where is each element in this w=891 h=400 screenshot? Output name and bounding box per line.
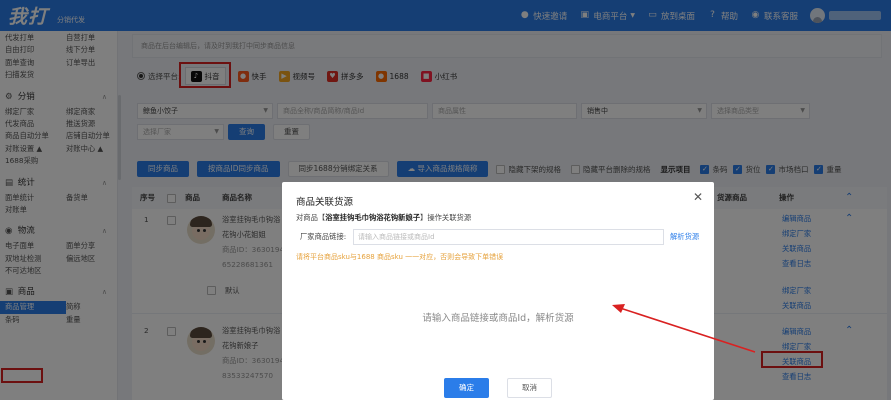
line-prefix: 对商品【 bbox=[296, 213, 326, 222]
line-suffix: 】操作关联货源 bbox=[420, 213, 472, 222]
dialog-product-line: 对商品【浴室挂钩毛巾钩浴花钩新娘子】操作关联货源 bbox=[296, 213, 471, 223]
close-icon[interactable]: ✕ bbox=[693, 190, 703, 204]
link-source-dialog: 商品关联货源 ✕ 对商品【浴室挂钩毛巾钩浴花钩新娘子】操作关联货源 厂家商品链接… bbox=[282, 182, 714, 400]
vendor-link-input[interactable]: 请输入商品链接或商品Id bbox=[353, 229, 664, 245]
cancel-button[interactable]: 取消 bbox=[507, 378, 552, 398]
sku-warning: 请将平台商品sku与1688 商品sku 一一对应，否则会导致下单错误 bbox=[296, 253, 504, 261]
parse-source-link[interactable]: 解析货源 bbox=[670, 232, 699, 242]
dialog-title: 商品关联货源 bbox=[296, 197, 354, 208]
empty-state-text: 请输入商品链接或商品Id，解析货源 bbox=[422, 313, 574, 324]
vendor-link-label: 厂家商品链接: bbox=[300, 232, 347, 241]
confirm-button[interactable]: 确定 bbox=[444, 378, 489, 398]
dialog-product-name: 浴室挂钩毛巾钩浴花钩新娘子 bbox=[325, 213, 421, 222]
